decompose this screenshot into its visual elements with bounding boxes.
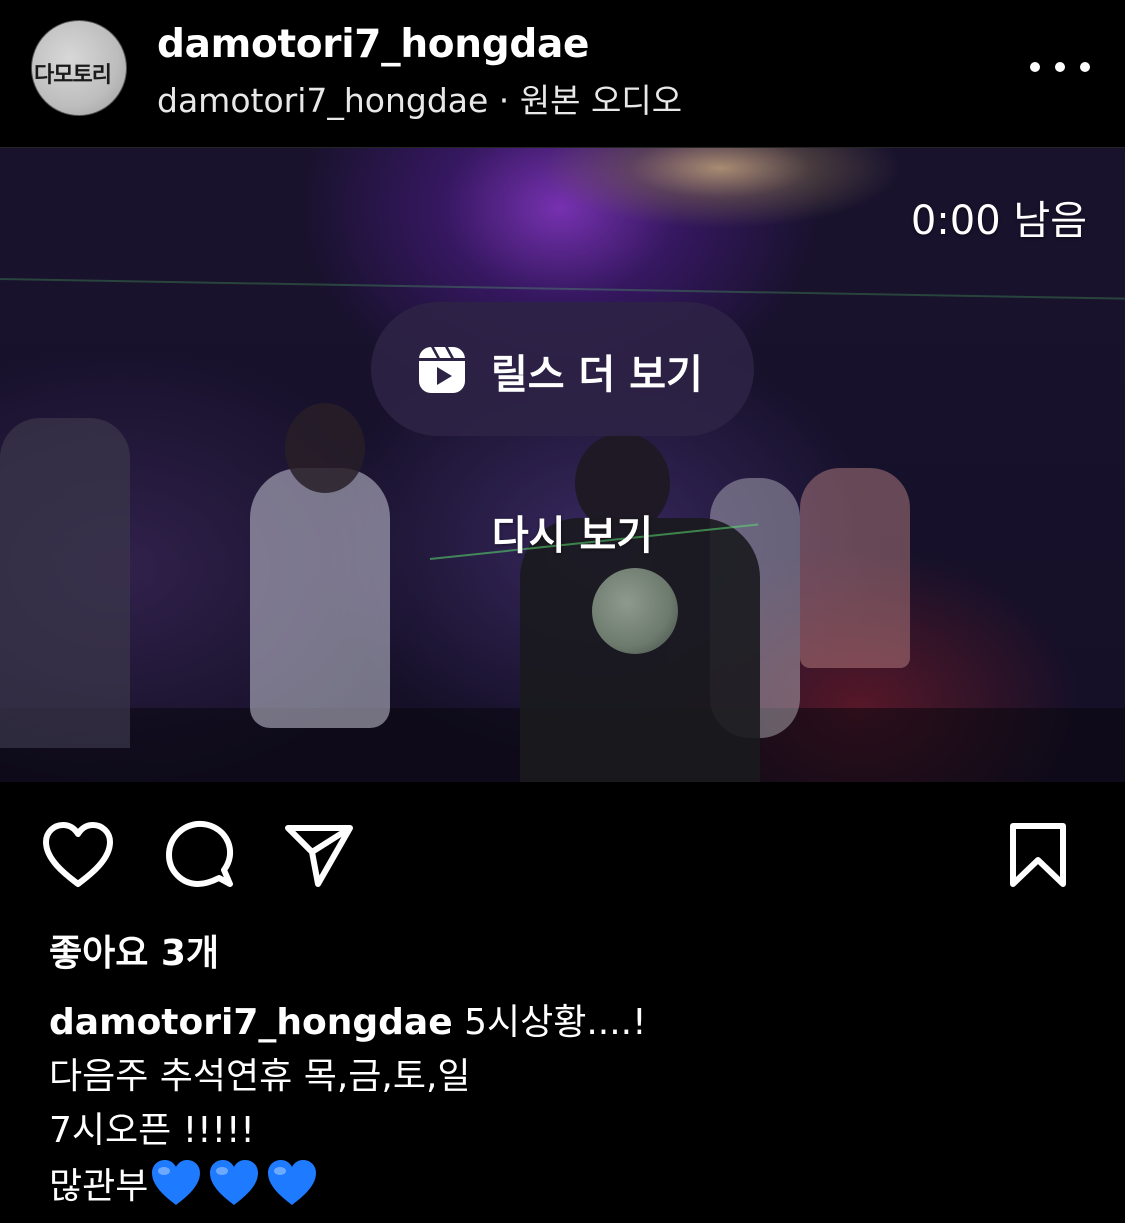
more-reels-label: 릴스 더 보기 — [491, 352, 703, 398]
likes-count[interactable]: 좋아요 3개 — [49, 924, 219, 976]
more-dot — [1055, 62, 1065, 72]
more-dot — [1080, 62, 1090, 72]
share-icon[interactable] — [284, 822, 354, 888]
more-reels-button[interactable]: 릴스 더 보기 — [371, 302, 754, 436]
post-caption: damotori7_hongdae 5시상황....! 다음주 추석연휴 목,금… — [49, 996, 1089, 1214]
audio-attribution[interactable]: damotori7_hongdae · 원본 오디오 — [157, 74, 682, 122]
post-action-bar — [0, 782, 1125, 922]
more-dot — [1030, 62, 1040, 72]
reels-icon — [419, 347, 465, 393]
video-scene-dancer — [800, 468, 910, 668]
caption-text: 많관부 — [49, 1166, 149, 1207]
heart-icon[interactable] — [42, 822, 114, 888]
caption-author[interactable]: damotori7_hongdae — [49, 1002, 453, 1043]
caption-line: 7시오픈 !!!!! — [49, 1110, 255, 1151]
blue-heart-emoji — [152, 1160, 201, 1205]
blue-heart-emoji — [210, 1160, 259, 1205]
caption-line: 다음주 추석연휴 목,금,토,일 — [49, 1056, 471, 1097]
video-player[interactable]: 0:00 남음 릴스 더 보기 다시 보기 — [0, 148, 1125, 782]
post-username[interactable]: damotori7_hongdae — [157, 22, 589, 67]
post-header: 다모토리 damotori7_hongdae damotori7_hongdae… — [0, 0, 1125, 148]
audio-user: damotori7_hongdae — [157, 81, 489, 120]
video-scene-dancer — [0, 418, 130, 748]
bookmark-icon[interactable] — [1008, 822, 1068, 888]
replay-label: 다시 보기 — [491, 513, 654, 559]
video-scene-head — [285, 403, 365, 493]
video-scene-laser — [0, 278, 1125, 300]
audio-separator: · — [488, 81, 520, 120]
caption-text: 5시상황....! — [452, 1002, 647, 1043]
blue-heart-emoji — [268, 1160, 317, 1205]
avatar-logo-text: 다모토리 — [34, 63, 112, 88]
caption-line: 많관부 — [49, 1158, 1089, 1214]
audio-title: 원본 오디오 — [519, 81, 683, 120]
replay-button[interactable]: 다시 보기 — [0, 503, 1125, 561]
caption-line: damotori7_hongdae 5시상황....! — [49, 996, 1089, 1050]
instagram-post-page: 다모토리 damotori7_hongdae damotori7_hongdae… — [0, 0, 1125, 1223]
time-remaining: 0:00 남음 — [910, 198, 1087, 244]
avatar[interactable]: 다모토리 — [31, 20, 127, 116]
more-icon[interactable] — [1030, 52, 1090, 82]
emoji-group — [148, 1160, 322, 1207]
video-scene-shirt-print — [592, 568, 678, 654]
comment-icon[interactable] — [164, 820, 234, 890]
